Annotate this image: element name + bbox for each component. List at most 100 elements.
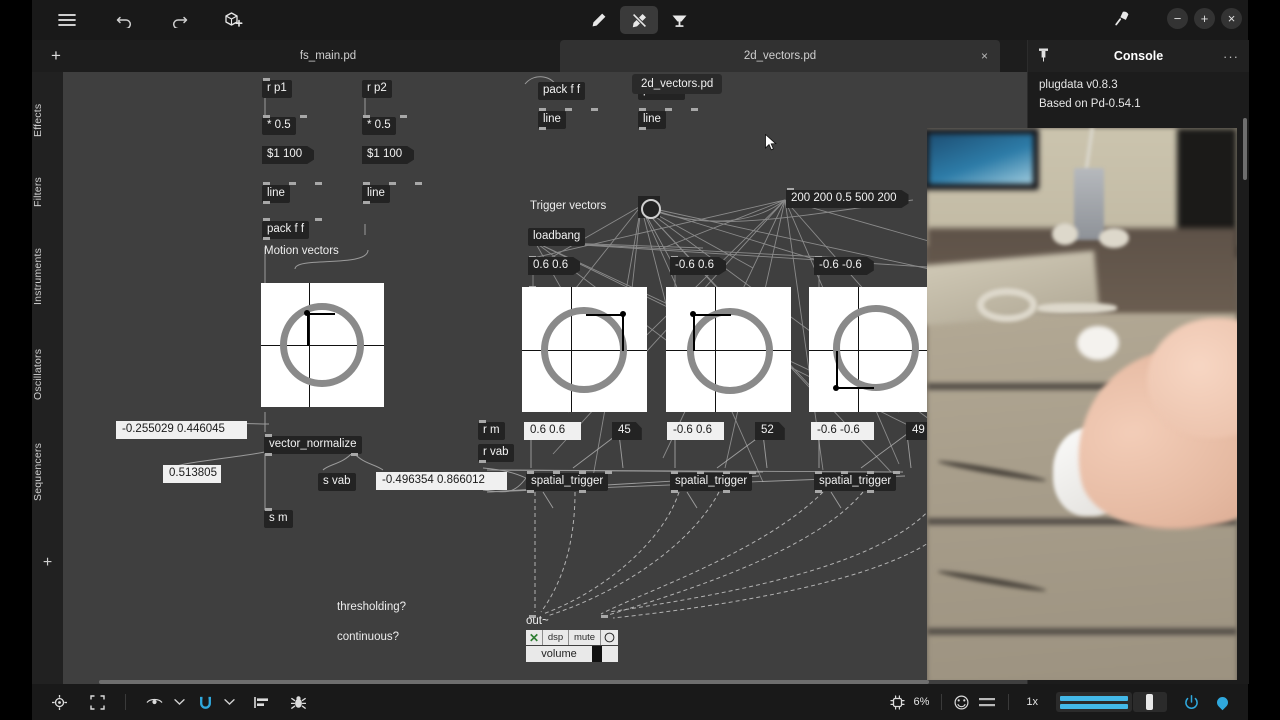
midi-icon[interactable] (954, 694, 969, 710)
close-button[interactable]: × (1221, 7, 1242, 29)
object-s-vab[interactable]: s vab (318, 473, 356, 491)
volume-handle[interactable] (592, 646, 602, 662)
sidebar-item-filters[interactable]: Filters (32, 160, 63, 224)
graph-point[interactable] (304, 310, 310, 316)
pin-icon[interactable] (1038, 48, 1049, 65)
sidebar-add-button[interactable]: + (32, 554, 63, 572)
iolet (263, 115, 270, 118)
hamburger-menu-icon[interactable] (54, 8, 80, 32)
power-icon[interactable] (1184, 694, 1199, 710)
fit-to-screen-icon[interactable] (90, 694, 105, 710)
add-object-icon[interactable] (220, 8, 246, 32)
list-icon[interactable] (979, 697, 996, 708)
iolet (400, 115, 407, 118)
object-pack-ff-2[interactable]: pack f f (538, 82, 586, 100)
edit-mode-button[interactable] (580, 6, 618, 34)
numberbox-magnitude[interactable]: 0.513805 (163, 465, 221, 483)
iolet (265, 434, 272, 437)
minimize-button[interactable]: − (1167, 7, 1188, 29)
droplet-icon[interactable] (1214, 694, 1231, 710)
out-tilde-widget[interactable]: ✕ dsp mute volume (526, 630, 618, 662)
message-dollar1-100-a[interactable]: $1 100 (262, 146, 314, 164)
tab-label: 2d_vectors.pd (743, 50, 817, 62)
chevron-down-icon[interactable] (224, 698, 235, 706)
numberbox-trigger-vector-1[interactable]: 0.6 0.6 (524, 422, 581, 440)
object-spatial-trigger-3[interactable]: spatial_trigger (814, 473, 897, 491)
iolet (867, 490, 874, 493)
center-view-icon[interactable] (52, 694, 67, 710)
numberbox-trigger-vector-2[interactable]: -0.6 0.6 (667, 422, 724, 440)
console-scrollbar[interactable] (1243, 118, 1247, 180)
magnet-icon[interactable] (198, 695, 213, 710)
graph-trigger-2[interactable] (666, 287, 791, 412)
object-vector-normalize[interactable]: vector_normalize (264, 436, 362, 454)
graph-trigger-3[interactable] (809, 287, 934, 412)
tab-fs-main[interactable]: fs_main.pd (80, 40, 576, 72)
webcam-video-overlay (927, 128, 1237, 680)
object-mul-2[interactable]: * 0.5 (362, 117, 396, 135)
numberbox-motion-vector[interactable]: -0.255029 0.446045 (116, 421, 247, 439)
iolet (697, 471, 704, 474)
volume-slider[interactable]: volume (526, 646, 592, 662)
message-neg0.6-0.6[interactable]: -0.6 0.6 (670, 257, 726, 275)
iolet (605, 471, 612, 474)
numberbox-angle-2[interactable]: 52 (755, 422, 785, 440)
iolet (363, 201, 370, 204)
volume-track-end (602, 646, 618, 662)
sidebar-item-sequencers[interactable]: Sequencers (32, 424, 63, 520)
master-volume-slider[interactable] (1133, 692, 1167, 712)
numberbox-angle-1[interactable]: 45 (612, 422, 642, 440)
eye-icon[interactable] (146, 696, 163, 708)
object-r-p2[interactable]: r p2 (362, 80, 392, 98)
graph-point[interactable] (620, 311, 626, 317)
object-loadbang[interactable]: loadbang (528, 228, 586, 246)
numberbox-normalized-vector[interactable]: -0.496354 0.866012 (376, 472, 507, 490)
align-left-icon[interactable] (254, 696, 269, 709)
iolet (263, 237, 270, 240)
message-200-200-05-500-200[interactable]: 200 200 0.5 500 200 (786, 190, 909, 208)
tab-2d-vectors[interactable]: 2d_vectors.pd × (560, 40, 1000, 72)
graph-vector-h (307, 313, 335, 315)
message-neg0.6-neg0.6[interactable]: -0.6 -0.6 (814, 257, 874, 275)
graph-point[interactable] (690, 311, 696, 317)
iolet (363, 115, 370, 118)
dsp-button[interactable]: dsp (543, 630, 569, 645)
presentation-mode-button[interactable] (660, 6, 698, 34)
bug-icon[interactable] (291, 695, 306, 710)
dsp-power-icon[interactable]: ✕ (526, 630, 543, 645)
message-dollar1-100-b[interactable]: $1 100 (362, 146, 414, 164)
mute-button[interactable]: mute (569, 630, 601, 645)
object-s-m[interactable]: s m (264, 510, 293, 528)
object-spatial-trigger-2[interactable]: spatial_trigger (670, 473, 753, 491)
run-mode-button[interactable] (620, 6, 658, 34)
redo-icon[interactable] (166, 8, 192, 32)
chevron-down-icon[interactable] (174, 698, 185, 706)
object-r-p1[interactable]: r p1 (262, 80, 292, 98)
bang-object[interactable] (638, 196, 661, 219)
zoom-level-value[interactable]: 1x (1026, 696, 1038, 708)
numberbox-trigger-vector-3[interactable]: -0.6 -0.6 (811, 422, 874, 440)
object-mul-1[interactable]: * 0.5 (262, 117, 296, 135)
volume-slider-row[interactable]: volume (526, 646, 618, 662)
sidebar-item-effects[interactable]: Effects (32, 84, 63, 156)
iolet (289, 182, 296, 185)
iolet (263, 218, 270, 221)
iolet (263, 201, 270, 204)
iolet (263, 182, 270, 185)
level-indicator-icon[interactable] (601, 630, 618, 645)
graph-trigger-1[interactable] (522, 287, 647, 412)
object-r-m[interactable]: r m (478, 422, 505, 440)
message-0.6-0.6[interactable]: 0.6 0.6 (528, 257, 580, 275)
graph-motion-vector[interactable] (261, 283, 384, 407)
object-spatial-trigger-1[interactable]: spatial_trigger (526, 473, 609, 491)
console-more-icon[interactable]: ··· (1223, 49, 1239, 64)
toolbar-right-group: − + × (1109, 6, 1242, 30)
undo-icon[interactable] (111, 8, 137, 32)
graph-point[interactable] (833, 385, 839, 391)
maximize-button[interactable]: + (1194, 7, 1215, 29)
tab-close-icon[interactable]: × (981, 49, 988, 63)
new-tab-button[interactable]: + (32, 40, 80, 72)
sidebar-item-oscillators[interactable]: Oscillators (32, 328, 63, 420)
plug-pin-icon[interactable] (1109, 6, 1135, 30)
sidebar-item-instruments[interactable]: Instruments (32, 228, 63, 324)
